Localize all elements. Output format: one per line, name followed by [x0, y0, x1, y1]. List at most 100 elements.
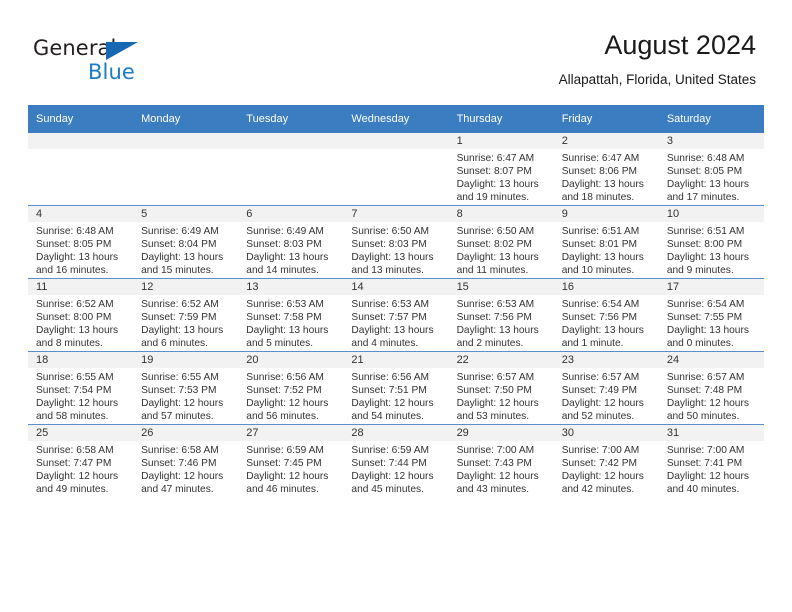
daylight-text-line2: and 46 minutes.: [246, 484, 319, 496]
sunrise-text: Sunrise: 6:56 AM: [246, 372, 324, 383]
calendar-day-cell[interactable]: 18 Sunrise: 6:55 AM Sunset: 7:54 PM Dayligh…: [28, 351, 134, 425]
daylight-text-line2: and 5 minutes.: [246, 338, 314, 350]
daylight-text-line1: Daylight: 12 hours: [561, 471, 644, 483]
calendar-day-cell[interactable]: 14 Sunrise: 6:53 AM Sunset: 7:57 PM Dayligh…: [343, 278, 449, 352]
sunrise-text: Sunrise: 6:57 AM: [561, 372, 640, 383]
day-details: Sunrise: 6:47 AM Sunset: 8:06 PM Daylight:…: [554, 149, 659, 204]
daylight-text-line1: Daylight: 12 hours: [246, 471, 329, 483]
daylight-text-line2: and 6 minutes.: [141, 338, 208, 350]
sunrise-text: Sunrise: 7:00 AM: [666, 445, 745, 456]
daylight-text-line2: and 54 minutes.: [351, 411, 424, 423]
day-details: Sunrise: 6:59 AM Sunset: 7:44 PM Daylight:…: [343, 441, 448, 496]
sunset-text: Sunset: 7:41 PM: [666, 458, 743, 470]
calendar-day-cell[interactable]: 11 Sunrise: 6:52 AM Sunset: 8:00 PM Dayligh…: [28, 278, 134, 352]
daylight-text-line1: Daylight: 12 hours: [36, 471, 119, 483]
daylight-text-line2: and 13 minutes.: [351, 265, 424, 277]
daylight-text-line1: Daylight: 12 hours: [666, 398, 749, 410]
daylight-text-line1: Daylight: 13 hours: [36, 325, 119, 337]
day-details: Sunrise: 7:00 AM Sunset: 7:42 PM Daylight:…: [554, 441, 659, 496]
calendar-day-cell[interactable]: 30 Sunrise: 7:00 AM Sunset: 7:42 PM Dayligh…: [553, 424, 659, 497]
calendar-day-cell[interactable]: 9 Sunrise: 6:51 AM Sunset: 8:01 PM Daylight…: [553, 205, 659, 279]
calendar-day-cell[interactable]: 12 Sunrise: 6:52 AM Sunset: 7:59 PM Dayligh…: [133, 278, 239, 352]
day-details: Sunrise: 6:51 AM Sunset: 8:01 PM Daylight:…: [554, 222, 659, 277]
sunrise-text: Sunrise: 6:55 AM: [141, 372, 219, 383]
cell-inner: 1 Sunrise: 6:47 AM Sunset: 8:07 PM Daylight…: [448, 133, 554, 205]
calendar-day-cell[interactable]: 20 Sunrise: 6:56 AM Sunset: 7:52 PM Dayligh…: [238, 351, 344, 425]
calendar-day-cell[interactable]: 13 Sunrise: 6:53 AM Sunset: 7:58 PM Dayligh…: [238, 278, 344, 352]
calendar-day-cell[interactable]: 2 Sunrise: 6:47 AM Sunset: 8:06 PM Daylight…: [553, 133, 659, 206]
day-number: 23: [553, 352, 659, 368]
calendar-cell-empty: [343, 133, 449, 206]
general-blue-logo[interactable]: General Blue: [33, 36, 233, 86]
calendar-day-cell[interactable]: 25 Sunrise: 6:58 AM Sunset: 7:47 PM Dayligh…: [28, 424, 134, 497]
sunrise-text: Sunrise: 6:51 AM: [561, 226, 640, 237]
sunset-text: Sunset: 7:56 PM: [456, 312, 532, 324]
day-number: 10: [658, 206, 764, 222]
calendar-day-cell[interactable]: 23 Sunrise: 6:57 AM Sunset: 7:49 PM Dayligh…: [553, 351, 659, 425]
daylight-text-line1: Daylight: 13 hours: [666, 325, 749, 337]
calendar-week-row: 4 Sunrise: 6:48 AM Sunset: 8:05 PM Daylight…: [28, 205, 764, 279]
calendar-day-cell[interactable]: 3 Sunrise: 6:48 AM Sunset: 8:05 PM Daylight…: [658, 133, 764, 206]
calendar-day-cell[interactable]: 28 Sunrise: 6:59 AM Sunset: 7:44 PM Dayligh…: [343, 424, 449, 497]
daylight-text-line1: Daylight: 12 hours: [351, 471, 434, 483]
calendar-day-cell[interactable]: 24 Sunrise: 6:57 AM Sunset: 7:48 PM Dayligh…: [658, 351, 764, 425]
calendar-day-cell[interactable]: 6 Sunrise: 6:49 AM Sunset: 8:03 PM Daylight…: [238, 205, 344, 279]
cell-inner: 21 Sunrise: 6:56 AM Sunset: 7:51 PM Dayligh…: [343, 352, 449, 424]
cell-inner: 8 Sunrise: 6:50 AM Sunset: 8:02 PM Daylight…: [448, 206, 554, 278]
sunset-text: Sunset: 7:55 PM: [666, 312, 743, 324]
sunset-text: Sunset: 7:54 PM: [36, 385, 112, 397]
day-details: Sunrise: 6:59 AM Sunset: 7:45 PM Daylight:…: [238, 441, 343, 496]
date-band: [133, 133, 239, 149]
calendar-day-cell[interactable]: 21 Sunrise: 6:56 AM Sunset: 7:51 PM Dayligh…: [343, 351, 449, 425]
day-details: Sunrise: 6:48 AM Sunset: 8:05 PM Daylight:…: [28, 222, 133, 277]
calendar-day-cell[interactable]: 19 Sunrise: 6:55 AM Sunset: 7:53 PM Dayligh…: [133, 351, 239, 425]
day-details: Sunrise: 6:53 AM Sunset: 7:56 PM Daylight:…: [449, 295, 554, 350]
calendar-day-cell[interactable]: 29 Sunrise: 7:00 AM Sunset: 7:43 PM Dayligh…: [448, 424, 554, 497]
sunrise-text: Sunrise: 6:48 AM: [666, 153, 745, 164]
daylight-text-line2: and 53 minutes.: [456, 411, 530, 423]
sunrise-text: Sunrise: 6:53 AM: [456, 299, 535, 310]
day-number: 19: [133, 352, 239, 368]
calendar-day-cell[interactable]: 22 Sunrise: 6:57 AM Sunset: 7:50 PM Dayligh…: [448, 351, 554, 425]
sunset-text: Sunset: 7:59 PM: [141, 312, 217, 324]
calendar-day-cell[interactable]: 16 Sunrise: 6:54 AM Sunset: 7:56 PM Dayligh…: [553, 278, 659, 352]
calendar-day-cell[interactable]: 8 Sunrise: 6:50 AM Sunset: 8:02 PM Daylight…: [448, 205, 554, 279]
calendar-day-cell[interactable]: 4 Sunrise: 6:48 AM Sunset: 8:05 PM Daylight…: [28, 205, 134, 279]
calendar-day-cell[interactable]: 15 Sunrise: 6:53 AM Sunset: 7:56 PM Dayligh…: [448, 278, 554, 352]
daylight-text-line2: and 8 minutes.: [36, 338, 103, 350]
calendar-week-row: 25 Sunrise: 6:58 AM Sunset: 7:47 PM Dayligh…: [28, 424, 764, 497]
daylight-text-line2: and 57 minutes.: [141, 411, 214, 423]
calendar-day-cell[interactable]: 5 Sunrise: 6:49 AM Sunset: 8:04 PM Daylight…: [133, 205, 239, 279]
sunrise-text: Sunrise: 6:54 AM: [666, 299, 745, 310]
daylight-text-line2: and 52 minutes.: [561, 411, 635, 423]
sunrise-text: Sunrise: 6:47 AM: [456, 153, 535, 164]
cell-inner: [238, 133, 344, 205]
day-details: Sunrise: 6:55 AM Sunset: 7:54 PM Daylight:…: [28, 368, 133, 423]
daylight-text-line1: Daylight: 12 hours: [141, 398, 224, 410]
day-number: 22: [448, 352, 554, 368]
sunset-text: Sunset: 7:50 PM: [456, 385, 532, 397]
calendar-day-cell[interactable]: 31 Sunrise: 7:00 AM Sunset: 7:41 PM Dayligh…: [658, 424, 764, 497]
calendar-day-cell[interactable]: 7 Sunrise: 6:50 AM Sunset: 8:03 PM Daylight…: [343, 205, 449, 279]
cell-inner: 7 Sunrise: 6:50 AM Sunset: 8:03 PM Daylight…: [343, 206, 449, 278]
sunrise-text: Sunrise: 6:52 AM: [36, 299, 114, 310]
cell-inner: 23 Sunrise: 6:57 AM Sunset: 7:49 PM Dayligh…: [553, 352, 659, 424]
cell-inner: [133, 133, 239, 205]
sunset-text: Sunset: 7:53 PM: [141, 385, 217, 397]
daylight-text-line2: and 11 minutes.: [456, 265, 529, 277]
calendar-day-cell[interactable]: 1 Sunrise: 6:47 AM Sunset: 8:07 PM Daylight…: [448, 133, 554, 206]
weekday-header-thursday: Thursday: [448, 105, 554, 133]
daylight-text-line1: Daylight: 13 hours: [351, 252, 434, 264]
calendar-day-cell[interactable]: 10 Sunrise: 6:51 AM Sunset: 8:00 PM Dayligh…: [658, 205, 764, 279]
day-number: 15: [448, 279, 554, 295]
sunset-text: Sunset: 7:58 PM: [246, 312, 322, 324]
weekday-header-wednesday: Wednesday: [343, 105, 449, 133]
daylight-text-line2: and 47 minutes.: [141, 484, 214, 496]
sunset-text: Sunset: 8:05 PM: [36, 239, 112, 251]
cell-inner: 17 Sunrise: 6:54 AM Sunset: 7:55 PM Dayligh…: [658, 279, 764, 351]
calendar-day-cell[interactable]: 26 Sunrise: 6:58 AM Sunset: 7:46 PM Dayligh…: [133, 424, 239, 497]
calendar-day-cell[interactable]: 17 Sunrise: 6:54 AM Sunset: 7:55 PM Dayligh…: [658, 278, 764, 352]
sunrise-text: Sunrise: 6:59 AM: [246, 445, 324, 456]
calendar-day-cell[interactable]: 27 Sunrise: 6:59 AM Sunset: 7:45 PM Dayligh…: [238, 424, 344, 497]
day-number: 14: [343, 279, 449, 295]
